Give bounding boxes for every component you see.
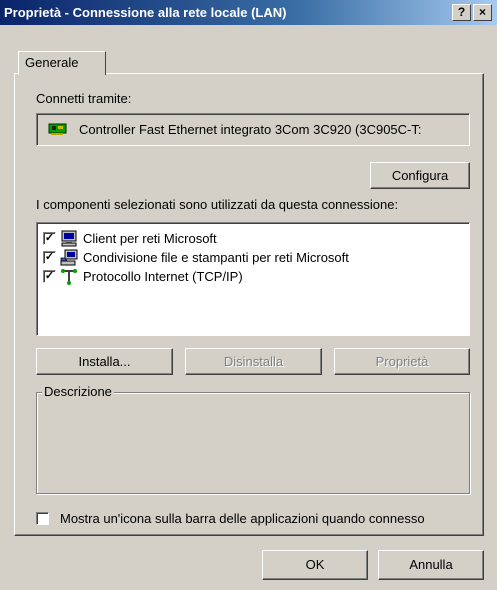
description-groupbox <box>36 392 470 494</box>
close-button[interactable]: × <box>473 4 492 21</box>
install-button-label: Installa... <box>78 354 131 369</box>
component-label: Condivisione file e stampanti per reti M… <box>83 250 349 265</box>
network-card-icon <box>48 122 68 139</box>
help-icon: ? <box>457 5 466 19</box>
configure-button[interactable]: Configura <box>370 162 470 189</box>
help-button[interactable]: ? <box>452 4 471 21</box>
protocol-icon <box>60 268 78 285</box>
properties-button-label: Proprietà <box>375 354 429 369</box>
ok-button[interactable]: OK <box>262 550 368 580</box>
cancel-button[interactable]: Annulla <box>378 550 484 580</box>
uninstall-button-label: Disinstalla <box>223 354 284 369</box>
components-label: I componenti selezionati sono utilizzati… <box>36 197 399 212</box>
uninstall-button[interactable]: Disinstalla <box>185 348 322 375</box>
adapter-box: Controller Fast Ethernet integrato 3Com … <box>36 113 470 146</box>
tab-label: Generale <box>25 55 79 70</box>
show-icon-checkbox[interactable] <box>36 512 49 525</box>
install-button[interactable]: Installa... <box>36 348 173 375</box>
description-title: Descrizione <box>42 384 114 399</box>
tab-generale[interactable]: Generale <box>18 51 106 75</box>
component-label: Client per reti Microsoft <box>83 231 217 246</box>
component-label: Protocollo Internet (TCP/IP) <box>83 269 243 284</box>
show-icon-label: Mostra un'icona sulla barra delle applic… <box>60 511 425 526</box>
components-list[interactable]: ✓ Client per reti Microsoft ✓ Condivisio… <box>36 222 470 336</box>
close-icon: × <box>478 5 486 19</box>
network-client-icon <box>60 230 78 247</box>
properties-dialog: Proprietà - Connessione alla rete locale… <box>0 0 497 590</box>
ok-button-label: OK <box>305 557 325 572</box>
component-checkbox[interactable]: ✓ <box>43 232 56 245</box>
configure-button-label: Configura <box>391 168 449 183</box>
window-title: Proprietà - Connessione alla rete locale… <box>4 5 287 20</box>
connect-using-label: Connetti tramite: <box>36 91 132 106</box>
component-checkbox[interactable]: ✓ <box>43 251 56 264</box>
cancel-button-label: Annulla <box>409 557 453 572</box>
properties-button[interactable]: Proprietà <box>334 348 470 375</box>
file-printer-sharing-icon <box>60 249 78 266</box>
title-bar[interactable]: Proprietà - Connessione alla rete locale… <box>0 0 497 25</box>
component-checkbox[interactable]: ✓ <box>43 270 56 283</box>
adapter-name: Controller Fast Ethernet integrato 3Com … <box>79 122 422 137</box>
